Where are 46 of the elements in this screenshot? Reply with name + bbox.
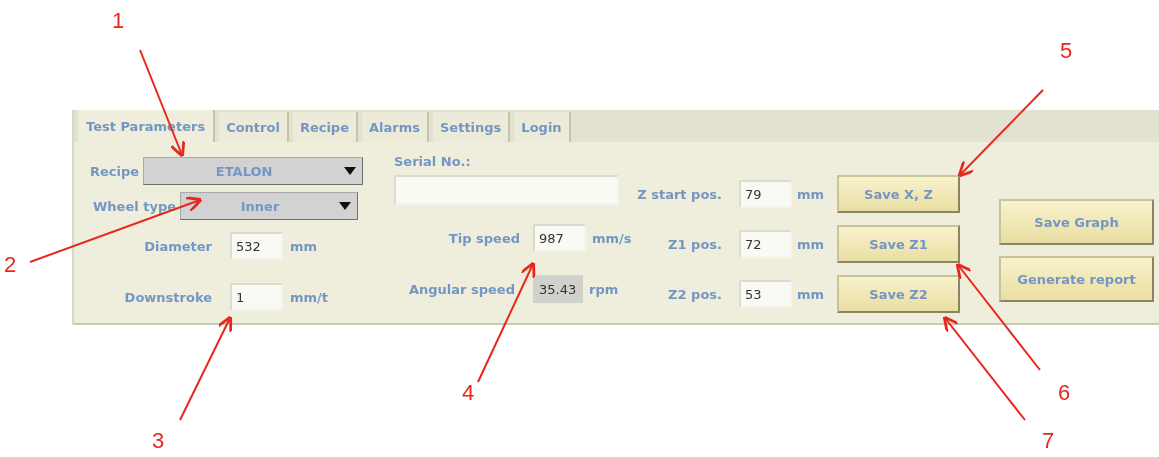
input-field[interactable]: 1	[230, 283, 283, 311]
callout-number: 6	[1058, 380, 1071, 406]
field-label: Z2 pos.	[667, 286, 722, 302]
caret-icon	[339, 202, 352, 210]
field-label: Z start pos.	[636, 186, 722, 202]
field-label: Wheel type	[93, 198, 177, 214]
callout-number: 5	[1060, 38, 1073, 64]
field-label: Serial No.:	[394, 154, 472, 169]
input-field[interactable]: 35.43	[533, 275, 583, 303]
unit-label: mm	[797, 286, 826, 302]
input-field[interactable]	[394, 175, 619, 205]
tab[interactable]: Login	[514, 112, 571, 142]
unit-label: mm/s	[592, 230, 632, 246]
input-field[interactable]: 532	[230, 232, 283, 260]
tab[interactable]: Alarms	[362, 112, 429, 142]
tab[interactable]: Settings	[433, 112, 511, 142]
field-label: Tip speed	[447, 230, 520, 246]
field-label: Angular speed	[407, 281, 515, 297]
save-button[interactable]: Save X, Z	[837, 175, 960, 213]
tab[interactable]: Recipe	[292, 112, 358, 142]
input-field[interactable]: 987	[533, 224, 586, 252]
callout-number: 1	[112, 8, 125, 34]
input-field[interactable]: 79	[739, 180, 792, 208]
callout-number: 2	[4, 252, 17, 278]
unit-label: rpm	[589, 281, 619, 297]
input-field[interactable]: 53	[739, 280, 792, 308]
action-button[interactable]: Generate report	[999, 256, 1154, 302]
unit-label: mm	[290, 238, 318, 254]
save-button[interactable]: Save Z1	[837, 225, 960, 263]
unit-label: mm	[797, 186, 826, 202]
callout-number: 7	[1042, 428, 1055, 454]
tab[interactable]: Control	[219, 112, 289, 142]
dropdown[interactable]: Inner	[180, 192, 359, 220]
field-label: Downstroke	[123, 289, 212, 305]
callout-number: 3	[152, 428, 165, 454]
caret-icon	[344, 167, 357, 175]
dropdown[interactable]: ETALON	[143, 157, 364, 185]
unit-label: mm	[797, 236, 826, 252]
input-field[interactable]: 72	[739, 230, 792, 258]
unit-label: mm/t	[290, 289, 329, 305]
field-label: Diameter	[143, 238, 212, 254]
callout-number: 4	[462, 380, 475, 406]
field-label: Z1 pos.	[667, 236, 722, 252]
save-button[interactable]: Save Z2	[837, 275, 960, 313]
action-button[interactable]: Save Graph	[999, 199, 1154, 245]
field-label: Recipe	[90, 163, 140, 179]
